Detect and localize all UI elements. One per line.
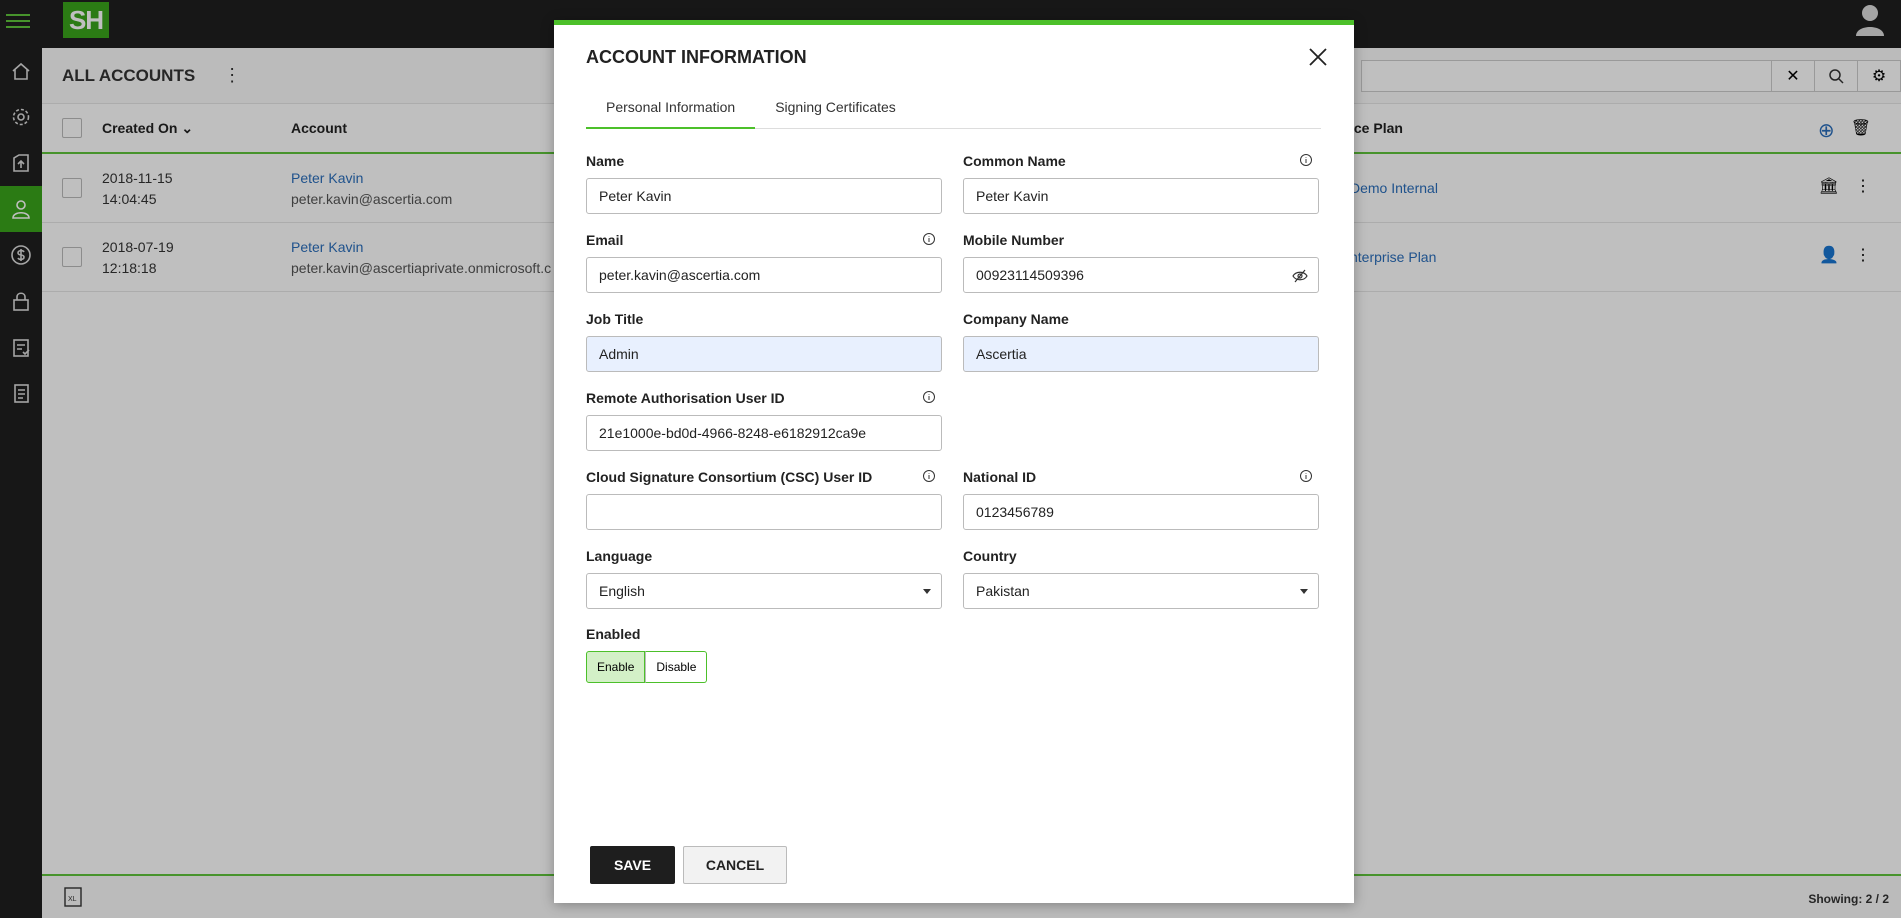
mobile-number-value: 00923114509396 — [976, 267, 1084, 283]
company-name-label: Company Name — [963, 311, 1069, 327]
language-value: English — [599, 583, 645, 599]
csc-user-id-label: Cloud Signature Consortium (CSC) User ID — [586, 469, 873, 485]
national-id-label: National ID — [963, 469, 1037, 485]
info-icon[interactable] — [922, 390, 936, 404]
country-value: Pakistan — [976, 583, 1030, 599]
national-id-input[interactable]: 0123456789 — [963, 494, 1319, 530]
tab-signing-certificates[interactable]: Signing Certificates — [755, 93, 916, 129]
dialog-tabs: Personal Information Signing Certificate… — [586, 93, 1321, 129]
account-information-dialog: ACCOUNT INFORMATION Personal Information… — [554, 20, 1354, 903]
mobile-number-field-group: Mobile Number 00923114509396 — [963, 232, 1319, 293]
email-input[interactable]: peter.kavin@ascertia.com — [586, 257, 942, 293]
national-id-field-group: National ID 0123456789 — [963, 469, 1319, 530]
disable-option[interactable]: Disable — [645, 651, 708, 683]
language-select[interactable]: English — [586, 573, 942, 609]
cancel-button[interactable]: CANCEL — [683, 846, 787, 884]
info-icon[interactable] — [922, 469, 936, 483]
country-label: Country — [963, 548, 1017, 564]
remote-auth-input[interactable]: 21e1000e-bd0d-4966-8248-e6182912ca9e — [586, 415, 942, 451]
csc-user-id-input[interactable] — [586, 494, 942, 530]
name-input[interactable]: Peter Kavin — [586, 178, 942, 214]
language-label: Language — [586, 548, 653, 564]
enabled-field-group: Enabled Enable Disable — [586, 626, 942, 683]
app-root: SH ALL ACCOUNTS ⋮ ✕ ⚙ Created On ⌄ Accou… — [0, 0, 1901, 918]
tab-personal-information[interactable]: Personal Information — [586, 93, 756, 129]
name-field-group: Name Peter Kavin — [586, 153, 942, 214]
common-name-label: Common Name — [963, 153, 1066, 169]
enabled-toggle: Enable Disable — [586, 651, 942, 683]
language-field-group: Language English — [586, 548, 942, 609]
job-title-input[interactable]: Admin — [586, 336, 942, 372]
enabled-label: Enabled — [586, 626, 641, 642]
remote-auth-label: Remote Authorisation User ID — [586, 390, 785, 406]
close-icon[interactable] — [1306, 45, 1330, 69]
mobile-number-input[interactable]: 00923114509396 — [963, 257, 1319, 293]
info-icon[interactable] — [1299, 153, 1313, 167]
common-name-input[interactable]: Peter Kavin — [963, 178, 1319, 214]
info-icon[interactable] — [922, 232, 936, 246]
info-icon[interactable] — [1299, 469, 1313, 483]
eye-slash-icon[interactable] — [1292, 268, 1308, 284]
job-title-field-group: Job Title Admin — [586, 311, 942, 372]
dropdown-arrow-icon — [1300, 589, 1308, 594]
csc-user-id-field-group: Cloud Signature Consortium (CSC) User ID — [586, 469, 942, 530]
job-title-label: Job Title — [586, 311, 644, 327]
common-name-field-group: Common Name Peter Kavin — [963, 153, 1319, 214]
name-label: Name — [586, 153, 625, 169]
country-select[interactable]: Pakistan — [963, 573, 1319, 609]
dropdown-arrow-icon — [923, 589, 931, 594]
email-label: Email — [586, 232, 624, 248]
company-name-field-group: Company Name Ascertia — [963, 311, 1319, 372]
remote-auth-field-group: Remote Authorisation User ID 21e1000e-bd… — [586, 390, 942, 451]
save-button[interactable]: SAVE — [590, 846, 675, 884]
email-field-group: Email peter.kavin@ascertia.com — [586, 232, 942, 293]
enable-option[interactable]: Enable — [586, 651, 646, 683]
mobile-number-label: Mobile Number — [963, 232, 1065, 248]
company-name-input[interactable]: Ascertia — [963, 336, 1319, 372]
dialog-title: ACCOUNT INFORMATION — [586, 47, 807, 67]
country-field-group: Country Pakistan — [963, 548, 1319, 609]
